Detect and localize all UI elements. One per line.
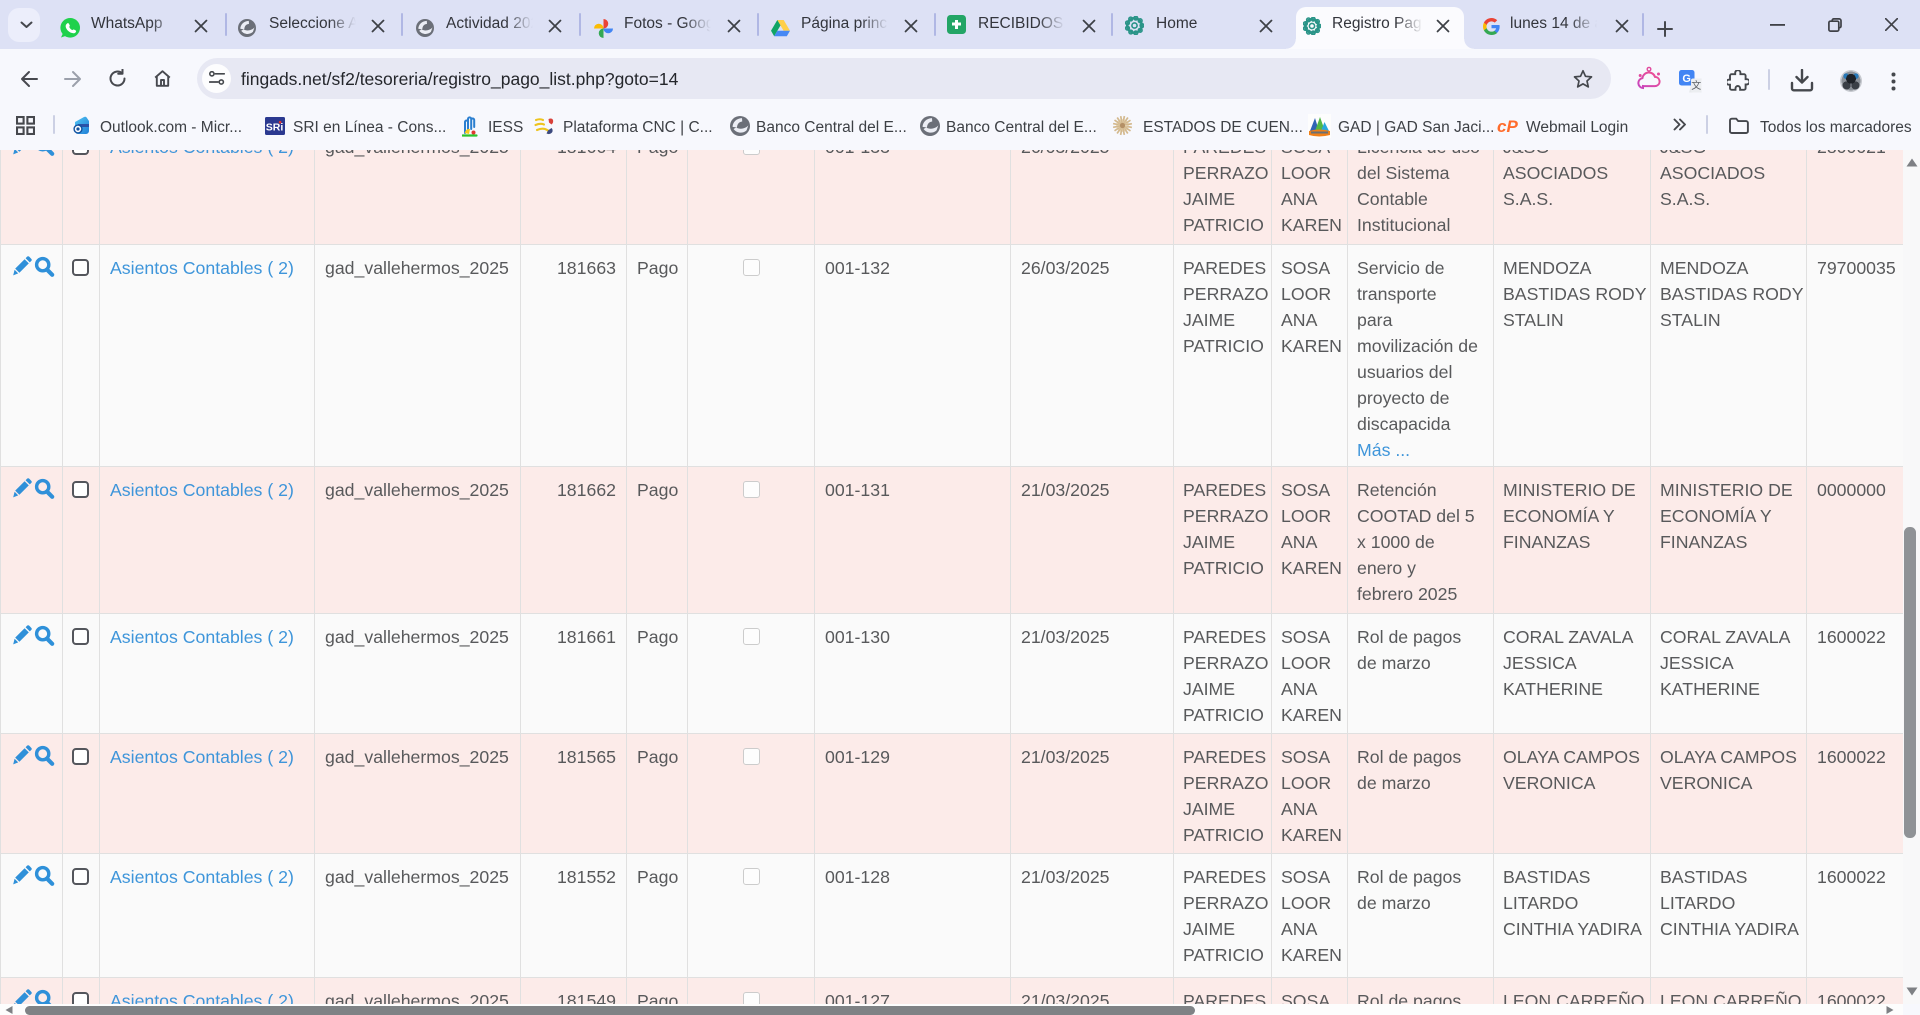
svg-text:文: 文 [1691,79,1701,92]
svg-text:cP: cP [1497,117,1518,136]
svg-text:G: G [1682,73,1691,85]
